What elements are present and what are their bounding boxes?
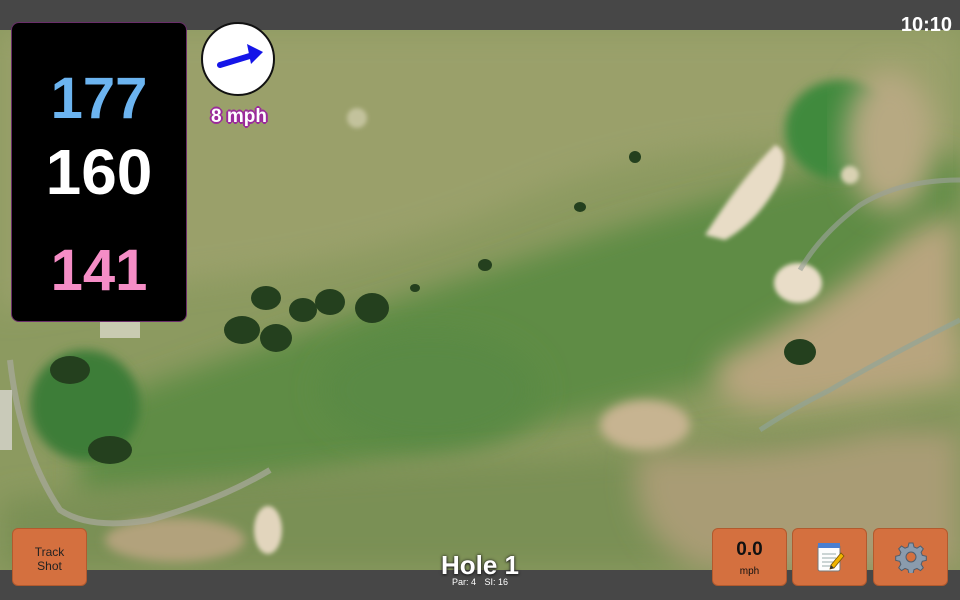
track-shot-label: Track Shot [13,545,86,573]
wind-arrow-icon [217,44,263,68]
track-shot-label-line1: Track [34,545,65,559]
gear-icon [894,542,927,573]
track-shot-label-line2: Shot [37,559,62,573]
speed-unit: mph [739,566,760,577]
speed-button[interactable]: 0.0 mph [712,528,787,586]
wind-direction-dial [201,22,275,96]
notepad-icon [817,543,845,572]
hole-meta: Par: 4 SI: 16 [380,577,580,587]
hole-stroke-index: SI: 16 [484,577,509,587]
track-shot-button[interactable]: Track Shot [12,528,87,586]
distance-panel: 177 160 141 [11,22,187,322]
status-time: 10:10 [900,14,952,36]
settings-button[interactable] [873,528,948,586]
distance-to-front: 141 [50,238,148,303]
distance-to-back: 177 [50,66,148,131]
speed-value: 0.0 [736,539,763,560]
notes-button[interactable] [792,528,867,586]
hole-par: Par: 4 [451,577,476,587]
distance-to-middle: 160 [45,136,153,208]
wind-speed-label: 8 mph [211,106,267,127]
